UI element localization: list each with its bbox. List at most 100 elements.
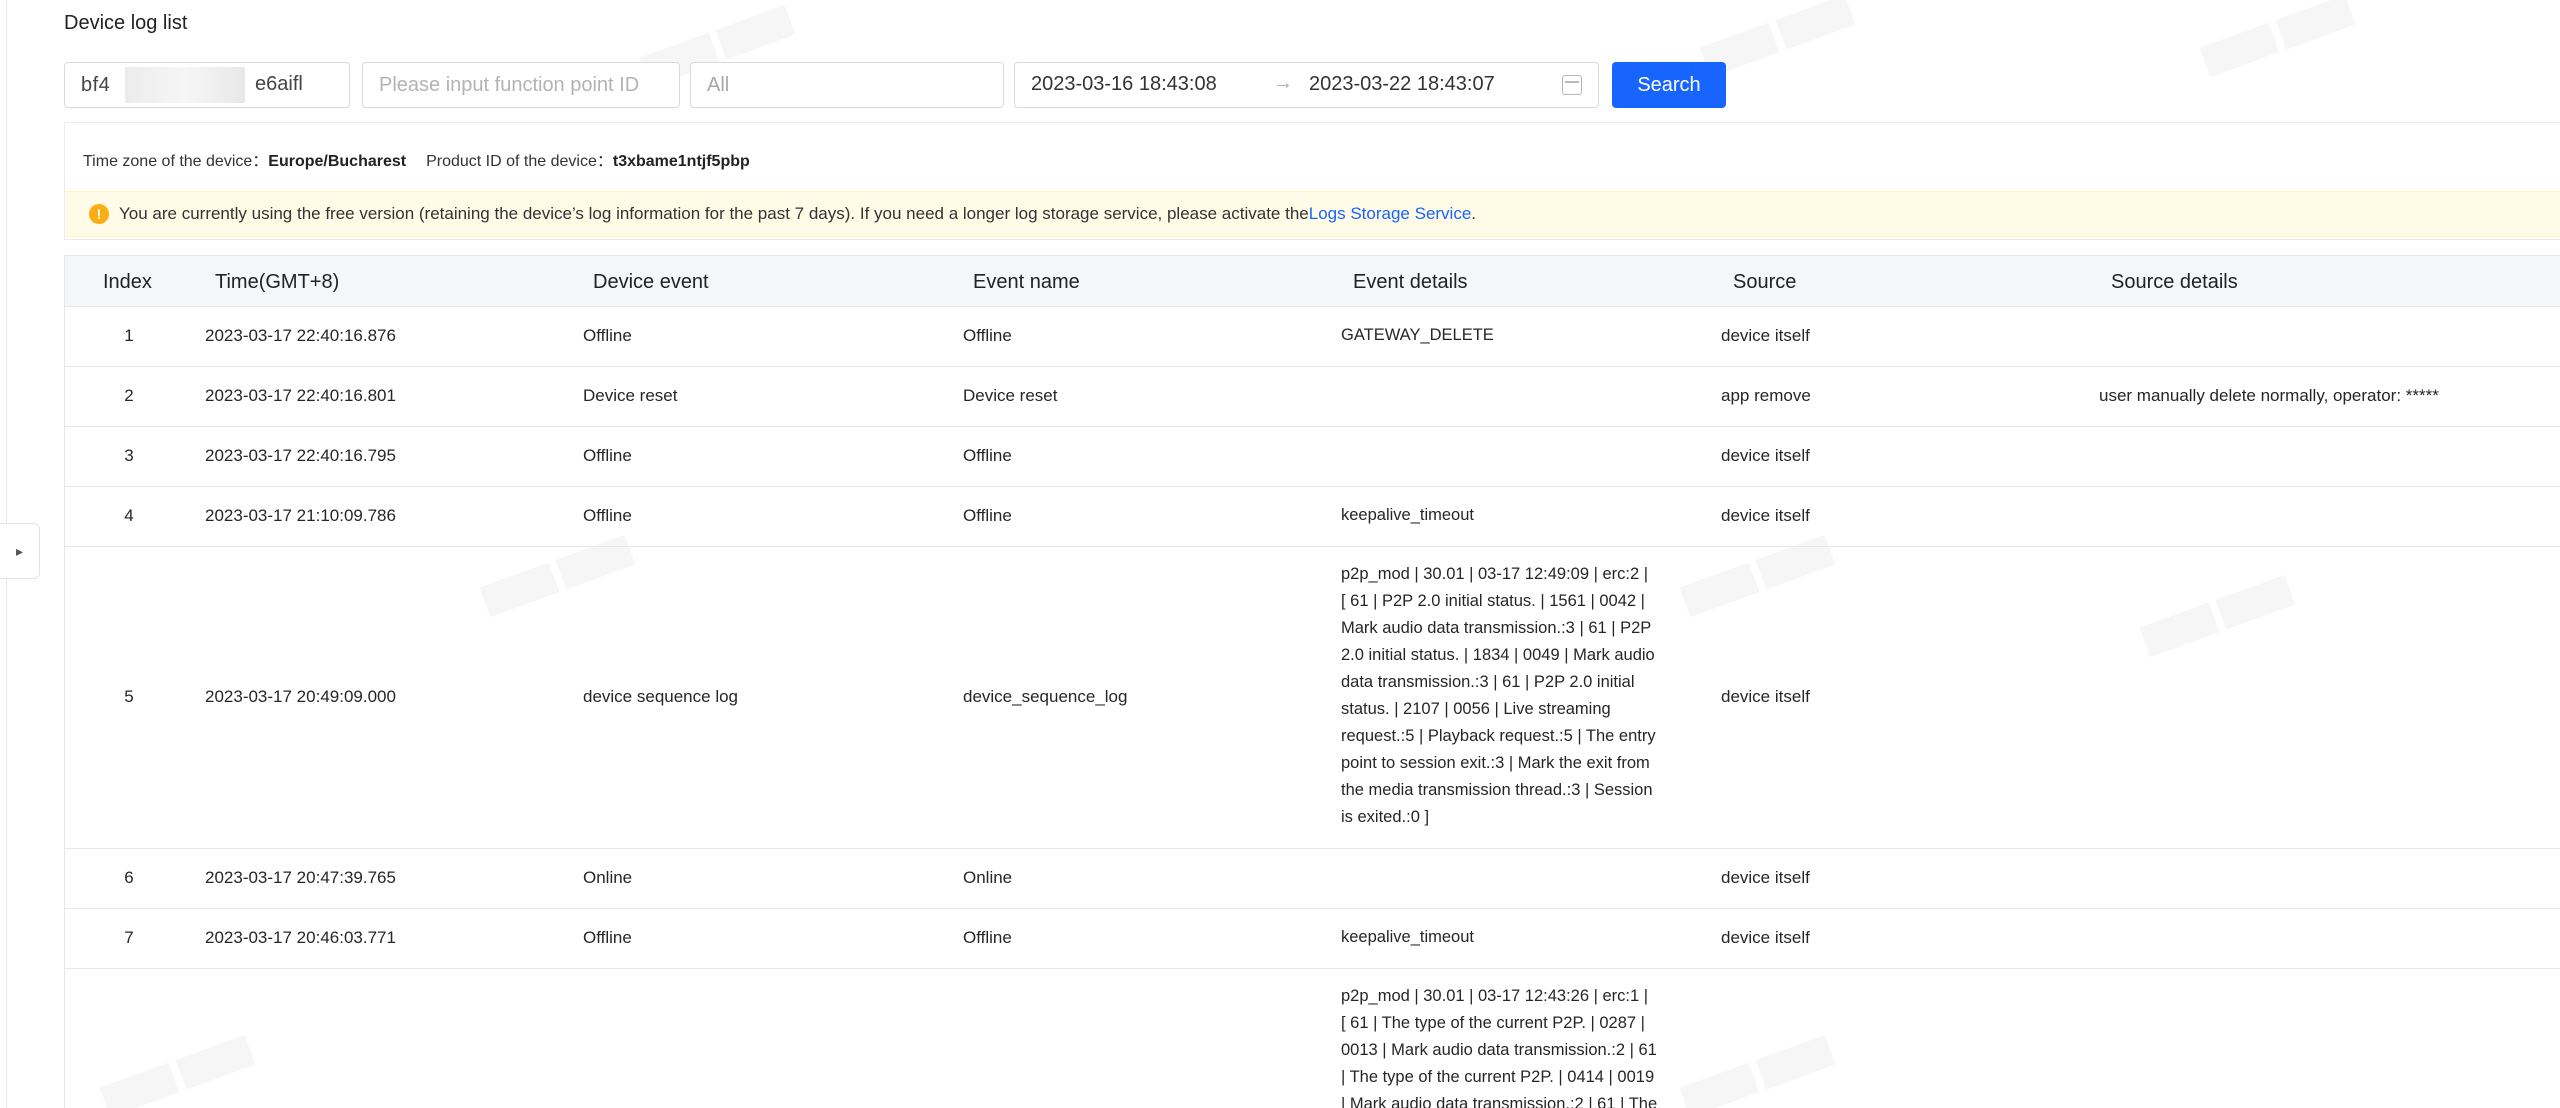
- cell-event-details: GATEWAY_DELETE: [1341, 326, 1494, 344]
- cell-time: 2023-03-17 20:49:09.000: [205, 687, 396, 706]
- details-line: 2.0 initial status. | 1834 | 0049 | Mark…: [1341, 646, 1655, 664]
- cell-device-event: Offline: [583, 506, 632, 525]
- cell-event-details: p2p_mod | 30.01 | 03-17 12:49:09 | erc:2…: [1341, 561, 1697, 831]
- table-row: p2p_mod | 30.01 | 03-17 12:43:26 | erc:1…: [65, 969, 2560, 1108]
- table-row: 6 2023-03-17 20:47:39.765 Online Online …: [65, 849, 2560, 909]
- table-row: 7 2023-03-17 20:46:03.771 Offline Offlin…: [65, 909, 2560, 969]
- arrow-right-icon: →: [1273, 72, 1293, 94]
- device-info-line: Time zone of the device：Europe/Bucharest…: [83, 147, 750, 171]
- header-index: Index: [103, 271, 152, 293]
- cell-time: 2023-03-17 22:40:16.876: [205, 326, 396, 345]
- cell-time: 2023-03-17 20:46:03.771: [205, 928, 396, 947]
- cell-index: 5: [124, 687, 134, 706]
- cell-time: 2023-03-17 22:40:16.795: [205, 446, 396, 465]
- details-line: data transmission.:3 | 61 | P2P 2.0 init…: [1341, 673, 1635, 691]
- details-line: | Mark audio data transmission.:2 | 61 |…: [1341, 1095, 1658, 1108]
- page-title: Device log list: [64, 12, 188, 34]
- table-row: 3 2023-03-17 22:40:16.795 Offline Offlin…: [65, 427, 2560, 487]
- cell-source-details: user manually delete normally, operator:…: [2099, 386, 2439, 405]
- calendar-icon: [1562, 75, 1582, 95]
- redacted-block: [125, 67, 245, 103]
- watermark: ████ ████: [2199, 0, 2355, 77]
- cell-time: 2023-03-17 21:10:09.786: [205, 506, 396, 525]
- table-row: 5 2023-03-17 20:49:09.000 device sequenc…: [65, 547, 2560, 849]
- header-source: Source: [1733, 271, 1797, 293]
- cell-event-name: Offline: [963, 506, 1012, 525]
- cell-event-name: Device reset: [963, 386, 1058, 405]
- header-device-event: Device event: [593, 271, 709, 293]
- details-line: Mark audio data transmission.:3 | 61 | P…: [1341, 619, 1652, 637]
- cell-event-details: p2p_mod | 30.01 | 03-17 12:43:26 | erc:1…: [1341, 983, 1697, 1108]
- free-version-notice: ! You are currently using the free versi…: [65, 191, 2560, 237]
- date-range-picker[interactable]: 2023-03-16 18:43:08 → 2023-03-22 18:43:0…: [1014, 62, 1599, 108]
- sidebar-expand-toggle[interactable]: ▸: [0, 523, 40, 579]
- details-line: [ 61 | P2P 2.0 initial status. | 1561 | …: [1341, 592, 1645, 610]
- logs-storage-service-link[interactable]: Logs Storage Service: [1309, 204, 1472, 224]
- details-line: p2p_mod | 30.01 | 03-17 12:49:09 | erc:2…: [1341, 565, 1649, 583]
- caret-right-icon: ▸: [15, 542, 24, 559]
- cell-source: device itself: [1721, 446, 1810, 465]
- details-line: 0013 | Mark audio data transmission.:2 |…: [1341, 1041, 1657, 1059]
- function-point-placeholder: Please input function point ID: [379, 73, 640, 96]
- header-time: Time(GMT+8): [215, 271, 340, 293]
- cell-source: app remove: [1721, 386, 1811, 405]
- cell-event-name: Offline: [963, 928, 1012, 947]
- product-id-label: Product ID of the device：: [426, 153, 613, 170]
- cell-event-name: Offline: [963, 446, 1012, 465]
- details-line: | The type of the current P2P. | 0414 | …: [1341, 1068, 1655, 1086]
- cell-event-name: Online: [963, 868, 1013, 887]
- header-source-details: Source details: [2111, 271, 2238, 293]
- cell-event-details: keepalive_timeout: [1341, 928, 1474, 946]
- page: ▸ ████ ████ ████ ████ ████ ████ ████ ███…: [0, 0, 2560, 1108]
- details-line: is exited.:0 ]: [1341, 808, 1430, 826]
- cell-device-event: Device reset: [583, 386, 678, 405]
- warning-icon: !: [89, 204, 109, 224]
- device-id-input[interactable]: bf4 e6aifl: [64, 62, 350, 108]
- cell-device-event: Online: [583, 868, 633, 887]
- product-id-value: t3xbame1ntjf5pbp: [612, 153, 750, 170]
- cell-index: 3: [124, 446, 134, 465]
- cell-index: 1: [124, 326, 134, 345]
- cell-index: 4: [124, 506, 134, 525]
- date-range-end[interactable]: 2023-03-22 18:43:07: [1309, 73, 1495, 96]
- header-event-details: Event details: [1353, 271, 1468, 293]
- cell-index: 2: [124, 386, 134, 405]
- date-range-start[interactable]: 2023-03-16 18:43:08: [1031, 73, 1217, 96]
- search-button[interactable]: Search: [1612, 62, 1726, 108]
- header-event-name: Event name: [973, 271, 1080, 293]
- cell-time: 2023-03-17 20:47:39.765: [205, 868, 396, 887]
- cell-source: device itself: [1721, 687, 1810, 706]
- timezone-value: Europe/Bucharest: [268, 153, 407, 170]
- notice-end: .: [1471, 204, 1477, 223]
- device-info-panel: Time zone of the device：Europe/Bucharest…: [64, 122, 2560, 240]
- cell-time: 2023-03-17 22:40:16.801: [205, 386, 396, 405]
- cell-device-event: Offline: [583, 326, 632, 345]
- cell-event-name: device_sequence_log: [963, 687, 1128, 706]
- cell-device-event: Offline: [583, 928, 632, 947]
- event-type-value: All: [707, 73, 730, 96]
- details-line: p2p_mod | 30.01 | 03-17 12:43:26 | erc:1…: [1341, 987, 1649, 1005]
- cell-source: device itself: [1721, 868, 1810, 887]
- table-row: 2 2023-03-17 22:40:16.801 Device reset D…: [65, 367, 2560, 427]
- details-line: the media transmission thread.:3 | Sessi…: [1341, 781, 1653, 799]
- cell-device-event: Offline: [583, 446, 632, 465]
- details-line: point to session exit.:3 | Mark the exit…: [1341, 754, 1650, 772]
- event-type-select[interactable]: All: [690, 62, 1004, 108]
- function-point-id-input[interactable]: Please input function point ID: [362, 62, 680, 108]
- notice-text: You are currently using the free version…: [119, 204, 1309, 223]
- device-id-prefix: bf4: [81, 73, 111, 96]
- cell-source: device itself: [1721, 928, 1810, 947]
- cell-event-details: keepalive_timeout: [1341, 506, 1474, 524]
- device-log-table: Index Time(GMT+8) Device event Event nam…: [64, 255, 2560, 1108]
- cell-index: 7: [124, 928, 134, 947]
- timezone-label: Time zone of the device：: [83, 153, 269, 170]
- device-id-suffix: e6aifl: [255, 73, 303, 95]
- cell-device-event: device sequence log: [583, 687, 739, 706]
- table-header: Index Time(GMT+8) Device event Event nam…: [65, 256, 2560, 307]
- cell-source: device itself: [1721, 326, 1810, 345]
- details-line: status. | 2107 | 0056 | Live streaming: [1341, 700, 1611, 718]
- details-line: request.:5 | Playback request.:5 | The e…: [1341, 727, 1656, 745]
- details-line: [ 61 | The type of the current P2P. | 02…: [1341, 1014, 1645, 1032]
- cell-source: device itself: [1721, 506, 1810, 525]
- cell-index: 6: [124, 868, 134, 887]
